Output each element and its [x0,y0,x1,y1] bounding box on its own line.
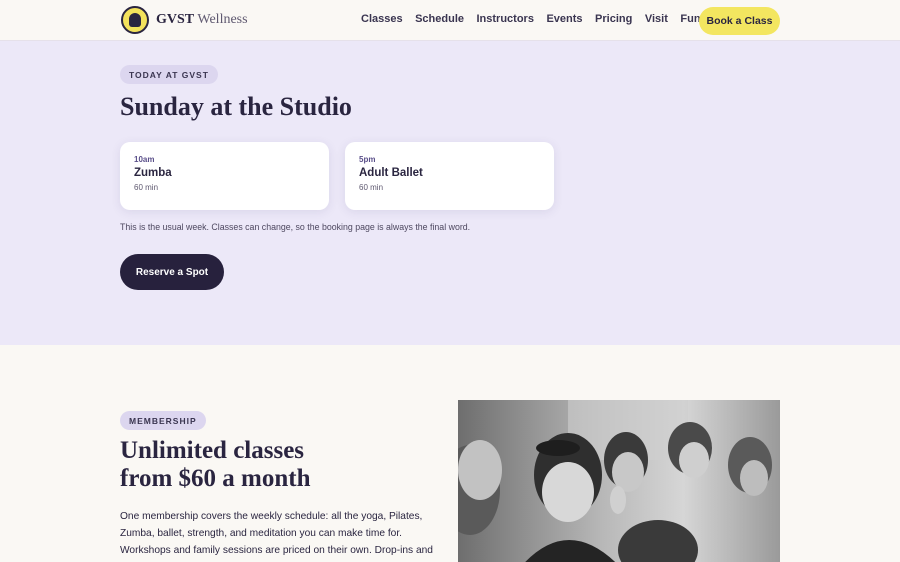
nav-link-classes[interactable]: Classes [361,13,403,25]
membership-description: One membership covers the weekly schedul… [120,511,433,556]
membership-title: Unlimited classes from $60 a month [120,437,311,493]
class-time: 5pm [359,155,376,164]
brand-name-light: Wellness [194,12,248,27]
membership-section: MEMBERSHIP Unlimited classes from $60 a … [0,345,900,562]
class-duration: 60 min [359,183,384,192]
schedule-note: This is the usual week. Classes can chan… [120,222,471,232]
today-eyebrow: TODAY AT GVST [120,65,218,84]
membership-title-line-2: from $60 a month [120,465,311,492]
class-card[interactable]: 5pm Adult Ballet 60 min [345,142,554,210]
main-menu: Classes Schedule Instructors Events Pric… [361,13,755,25]
membership-title-line-1: Unlimited classes [120,437,305,464]
book-class-button[interactable]: Book a Class [699,7,780,35]
group-class-photo-image [458,400,780,562]
class-name: Adult Ballet [359,167,423,179]
reserve-spot-button[interactable]: Reserve a Spot [120,254,224,290]
top-navigation: GVST Wellness Classes Schedule Instructo… [0,0,900,41]
today-title: Sunday at the Studio [120,92,352,121]
nav-link-schedule[interactable]: Schedule [415,13,464,25]
class-time: 10am [134,155,155,164]
nav-link-instructors[interactable]: Instructors [477,13,534,25]
class-photo [458,400,780,562]
brand-name-bold: GVST [156,12,195,27]
membership-eyebrow: MEMBERSHIP [120,411,206,430]
class-name: Zumba [134,167,172,179]
nav-link-pricing[interactable]: Pricing [595,13,632,25]
brand[interactable]: GVST Wellness [121,6,248,34]
class-card[interactable]: 10am Zumba 60 min [120,142,329,210]
logo-icon [121,6,149,34]
brand-name: GVST Wellness [156,12,248,28]
today-section: TODAY AT GVST Sunday at the Studio 10am … [0,41,900,345]
nav-link-events[interactable]: Events [546,13,582,25]
class-duration: 60 min [134,183,159,192]
nav-link-visit[interactable]: Visit [645,13,668,25]
